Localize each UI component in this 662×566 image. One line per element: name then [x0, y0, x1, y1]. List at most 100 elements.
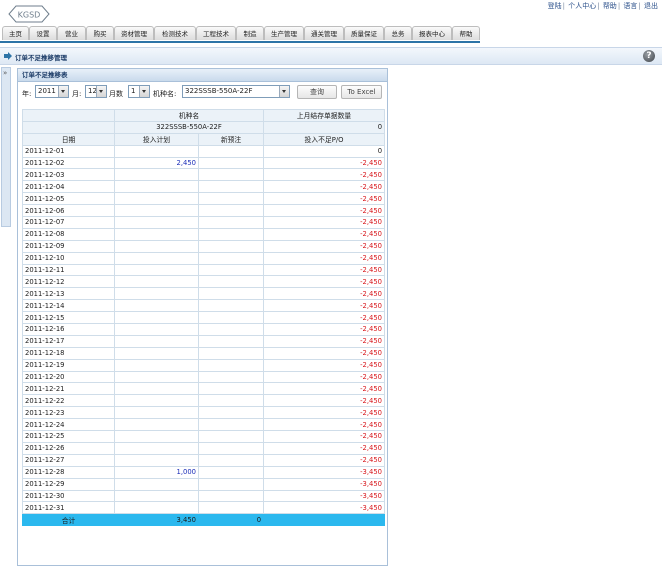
menu-tab-sales[interactable]: 营业: [57, 26, 86, 40]
shortage-cell: -2,450: [263, 263, 386, 277]
date-cell: 2011-12-28: [22, 465, 115, 479]
total-order: 0: [197, 513, 265, 527]
plan-cell: 2,450: [114, 156, 199, 170]
table-row: 2011-12-02 2,450 -2,450: [22, 156, 386, 170]
table-row: 2011-12-14 -2,450: [22, 299, 386, 313]
menu-tab-material[interactable]: 资材管理: [114, 26, 154, 40]
new-order-cell: [197, 323, 265, 336]
date-cell: 2011-12-14: [22, 299, 115, 313]
table-row: 2011-12-17 -2,450: [22, 334, 386, 348]
menu-tab-settings[interactable]: 设置: [29, 26, 57, 40]
menu-tab-inspection[interactable]: 检测技术: [154, 26, 196, 40]
shortage-cell: -2,450: [263, 430, 386, 443]
date-cell: 2011-12-24: [22, 418, 115, 432]
year-select[interactable]: 2011: [35, 85, 69, 98]
shortage-table: 机种名 上月结存单据数量 322SSSB-550A-22F 0 日期 投入计划 …: [22, 109, 386, 527]
new-order-cell: [197, 216, 265, 229]
language-link[interactable]: 语言: [623, 2, 637, 10]
shortage-cell: -2,450: [263, 192, 386, 206]
plan-cell: [114, 453, 199, 467]
sidebar-toggle[interactable]: »: [1, 67, 11, 227]
menu-tab-report-center[interactable]: 报表中心: [412, 26, 452, 40]
shortage-cell: -2,450: [263, 239, 386, 253]
chevron-down-icon: [96, 86, 106, 97]
plan-cell: [114, 216, 199, 229]
login-link[interactable]: 登陆: [548, 2, 562, 10]
new-order-cell: [197, 156, 265, 170]
model-value: 322SSSB-550A-22F: [185, 87, 253, 95]
table-row: 2011-12-26 -2,450: [22, 441, 386, 455]
shortage-cell: -2,450: [263, 168, 386, 182]
plan-cell: [114, 477, 199, 491]
menu-tab-quality[interactable]: 质量保证: [344, 26, 384, 40]
date-cell: 2011-12-01: [22, 144, 115, 158]
new-order-cell: [197, 144, 265, 158]
shortage-cell: -2,450: [263, 394, 386, 408]
shortage-cell: -2,450: [263, 370, 386, 384]
menu-tab-manufacturing[interactable]: 制造: [236, 26, 264, 40]
plan-cell: [114, 192, 199, 206]
double-chevron-right-icon: »: [3, 69, 8, 77]
table-row: 2011-12-19 -2,450: [22, 358, 386, 372]
month-count-select[interactable]: 1: [128, 85, 150, 98]
month-count-label: 月数: [109, 90, 123, 98]
new-order-cell: [197, 477, 265, 491]
new-order-cell: [197, 489, 265, 503]
table-row: 2011-12-13 -2,450: [22, 287, 386, 301]
menu-tab-purchase[interactable]: 购买: [86, 26, 114, 40]
table-row: 2011-12-04 -2,450: [22, 180, 386, 194]
table-row: 2011-12-01 0: [22, 144, 386, 158]
last-month-value: 0: [263, 120, 386, 134]
query-button[interactable]: 查询: [297, 85, 337, 99]
menu-tab-home[interactable]: 主页: [2, 26, 29, 40]
new-order-cell: [197, 382, 265, 396]
new-order-cell: [197, 299, 265, 313]
arrow-right-icon: [4, 52, 12, 60]
model-select[interactable]: 322SSSB-550A-22F: [182, 85, 290, 98]
new-order-cell: [197, 418, 265, 432]
shortage-cell: -3,450: [263, 501, 386, 515]
report-panel: 订单不足推移表 年: 2011 月: 12 月数 1 机种名: 322SSSB-…: [17, 68, 388, 566]
personal-center-link[interactable]: 个人中心: [568, 2, 596, 10]
date-cell: 2011-12-30: [22, 489, 115, 503]
menu-tab-help[interactable]: 帮助: [452, 26, 480, 40]
date-cell: 2011-12-09: [22, 239, 115, 253]
help-link[interactable]: 帮助: [603, 2, 617, 10]
shortage-cell: 0: [263, 144, 386, 158]
new-order-cell: [197, 204, 265, 218]
plan-cell: [114, 501, 199, 515]
table-row: 2011-12-28 1,000 -3,450: [22, 465, 386, 479]
table-header-row: 日期 投入计划 新预注 投入不足P/O: [22, 132, 386, 146]
plan-cell: [114, 346, 199, 360]
new-order-cell: [197, 406, 265, 420]
month-select[interactable]: 12: [85, 85, 107, 98]
table-row: 2011-12-16 -2,450: [22, 323, 386, 336]
new-order-cell: [197, 358, 265, 372]
plan-cell: [114, 180, 199, 194]
plan-cell: [114, 168, 199, 182]
plan-cell: [114, 311, 199, 325]
shortage-cell: -2,450: [263, 227, 386, 241]
date-column-header: 日期: [22, 132, 115, 146]
help-icon[interactable]: ?: [643, 50, 655, 62]
shortage-cell: -2,450: [263, 418, 386, 432]
menu-tab-engineering[interactable]: 工程技术: [196, 26, 236, 40]
table-row: 2011-12-21 -2,450: [22, 382, 386, 396]
shortage-cell: -2,450: [263, 216, 386, 229]
table-row: 2011-12-08 -2,450: [22, 227, 386, 241]
menu-tab-customs[interactable]: 通关管理: [304, 26, 344, 40]
table-header-row: 机种名 上月结存单据数量: [22, 109, 386, 122]
menu-tab-general-affairs[interactable]: 总务: [384, 26, 412, 40]
to-excel-button[interactable]: To Excel: [341, 85, 382, 99]
logout-link[interactable]: 退出: [644, 2, 658, 10]
shortage-cell: -2,450: [263, 251, 386, 265]
last-month-header: 上月结存单据数量: [263, 109, 386, 122]
new-order-cell: [197, 394, 265, 408]
table-row: 2011-12-18 -2,450: [22, 346, 386, 360]
date-cell: 2011-12-29: [22, 477, 115, 491]
panel-title: 订单不足推移表: [18, 69, 387, 82]
shortage-cell: -2,450: [263, 180, 386, 194]
menu-tab-production[interactable]: 生产管理: [264, 26, 304, 40]
year-value: 2011: [38, 87, 56, 95]
new-order-cell: [197, 251, 265, 265]
